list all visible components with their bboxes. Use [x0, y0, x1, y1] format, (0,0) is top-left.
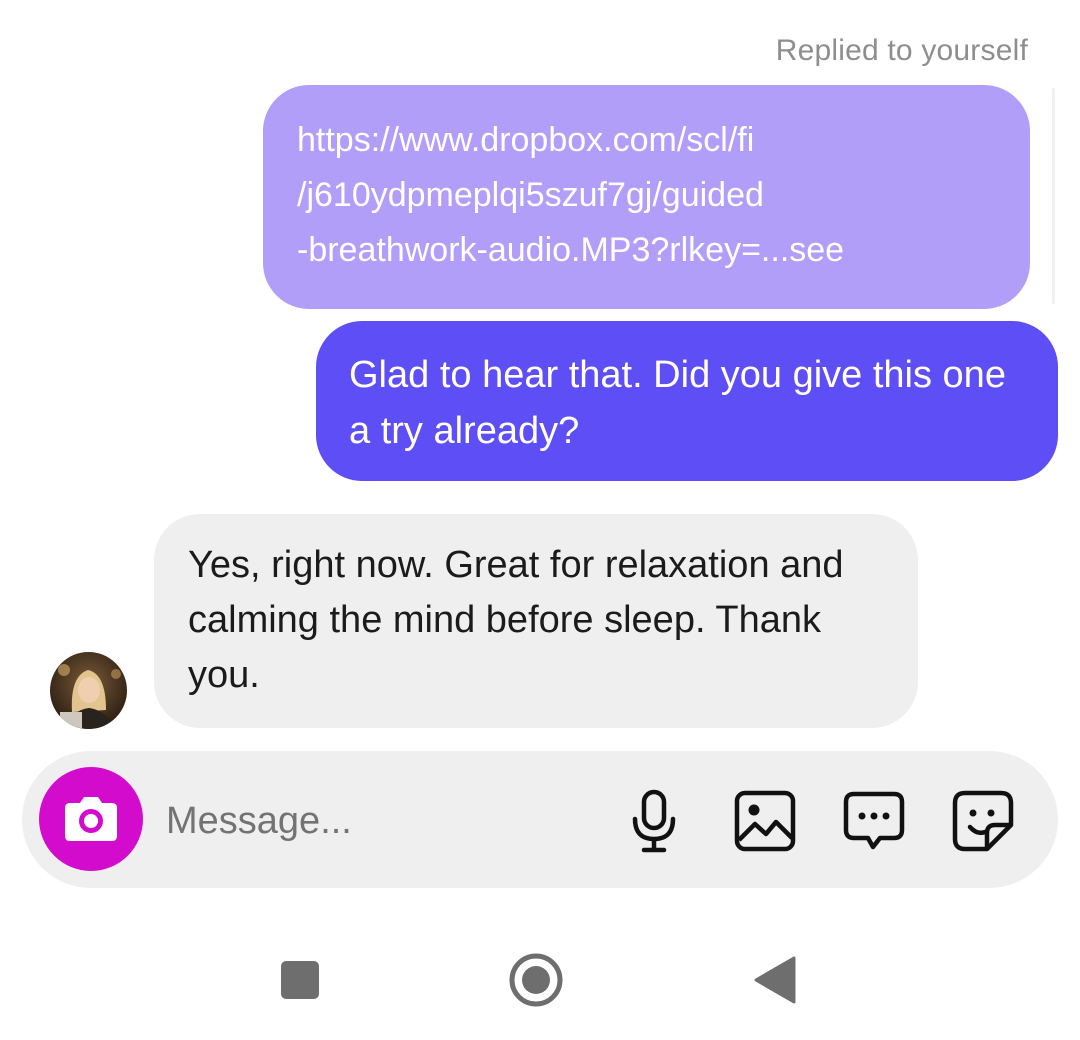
received-message-bubble[interactable]: Yes, right now. Great for relaxation and… — [154, 514, 918, 728]
message-input[interactable] — [166, 791, 586, 851]
home-icon — [509, 953, 563, 1007]
back-icon — [754, 956, 796, 1004]
chat-bubble-icon — [843, 791, 905, 850]
chat-button[interactable] — [842, 789, 906, 853]
camera-icon — [65, 797, 117, 841]
system-navigation-bar — [0, 910, 1080, 1040]
back-button[interactable] — [744, 950, 804, 1010]
avatar[interactable] — [50, 652, 127, 729]
quote-indicator-bar — [1052, 88, 1055, 304]
chat-screen: Replied to yourself https://www.dropbox.… — [0, 0, 1080, 1040]
sticker-button[interactable] — [951, 789, 1015, 853]
avatar-image — [50, 652, 127, 729]
sent-message-bubble[interactable]: Glad to hear that. Did you give this one… — [316, 321, 1058, 481]
quoted-line: https://www.dropbox.com/scl/fi — [297, 121, 755, 159]
gallery-icon — [734, 790, 796, 852]
received-message-text: Yes, right now. Great for relaxation and… — [188, 544, 844, 696]
quoted-line: /j610ydpmeplqi5szuf7gj/guided — [297, 176, 764, 214]
sent-message-text: Glad to hear that. Did you give this one… — [349, 354, 1006, 452]
sticker-icon — [952, 790, 1014, 852]
recents-button[interactable] — [270, 950, 330, 1010]
reply-context-label: Replied to yourself — [775, 34, 1028, 67]
message-composer — [22, 751, 1058, 888]
home-button[interactable] — [506, 950, 566, 1010]
recents-icon — [281, 961, 319, 999]
gallery-button[interactable] — [733, 789, 797, 853]
microphone-icon — [632, 789, 676, 853]
camera-button[interactable] — [39, 767, 143, 871]
quoted-message-bubble[interactable]: https://www.dropbox.com/scl/fi /j610ydpm… — [263, 85, 1030, 309]
quoted-line: -breathwork-audio.MP3?rlkey=...see — [297, 231, 845, 269]
microphone-button[interactable] — [622, 789, 686, 853]
